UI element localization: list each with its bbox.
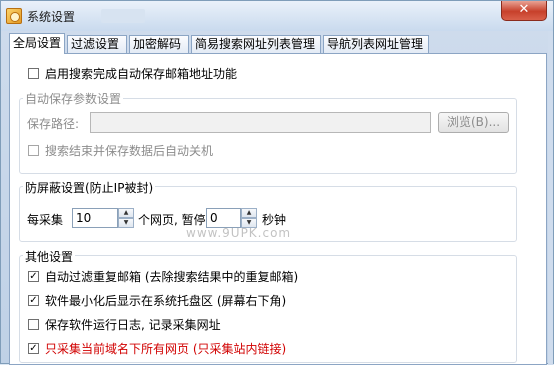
auto-shutdown-checkbox[interactable] [28,145,39,156]
filter-duplicate-emails-label: 自动过滤重复邮箱 (去除搜索结果中的重复邮箱) [45,270,299,284]
minimize-to-tray-checkbox[interactable]: ✓ [28,295,39,306]
collect-every-label: 每采集 [27,213,64,227]
title-bar[interactable]: 系统设置 ✕ [1,1,553,31]
auto-shutdown-label: 搜索结束并保存数据后自动关机 [45,144,214,158]
save-run-log-checkbox[interactable] [28,319,39,330]
filter-duplicate-emails-checkbox[interactable]: ✓ [28,271,39,282]
tab-nav-list-url-management[interactable]: 导航列表网址管理 [323,35,429,53]
save-run-log-label: 保存软件运行日志, 记录采集网址 [45,318,221,332]
pages-count-spinner[interactable]: ▲ ▼ [118,208,134,228]
minimize-to-tray-label: 软件最小化后显示在系统托盘区 (屏幕右下角) [45,294,287,308]
spin-down-icon[interactable]: ▼ [118,218,134,228]
enable-auto-save-checkbox[interactable] [28,68,39,79]
tab-global-settings[interactable]: 全局设置 [9,33,65,54]
title-background-text [101,9,145,23]
same-domain-only-label: 只采集当前域名下所有网页 (只采集站内链接) [45,342,287,356]
pages-count-input[interactable]: 10 [72,208,118,228]
window-title: 系统设置 [27,10,76,24]
pause-seconds-spinner[interactable]: ▲ ▼ [241,208,257,228]
tab-filter-settings[interactable]: 过滤设置 [67,35,127,53]
same-domain-only-checkbox[interactable]: ✓ [28,343,39,354]
tab-encrypt-decode[interactable]: 加密解码 [129,35,189,53]
settings-window: 系统设置 ✕ 全局设置 过滤设置 加密解码 简易搜索网址列表管理 导航列表网址管… [0,0,554,365]
global-settings-panel: 启用搜索完成自动保存邮箱地址功能 自动保存参数设置 保存路径: 浏览(B)...… [9,53,547,365]
other-settings-title: 其他设置 [23,248,76,265]
auto-save-params-group [19,98,517,174]
app-icon [6,8,22,24]
save-path-label: 保存路径: [27,117,80,131]
browse-button[interactable]: 浏览(B)... [438,112,509,133]
pause-seconds-input[interactable]: 0 [206,208,241,228]
window-edge [548,31,553,365]
spin-up-icon[interactable]: ▲ [241,208,257,218]
spin-up-icon[interactable]: ▲ [118,208,134,218]
watermark: www.9UPK.com [186,226,292,240]
tab-simple-search-url-list[interactable]: 简易搜索网址列表管理 [191,35,321,53]
save-path-input[interactable] [90,112,431,133]
anti-block-title: 防屏蔽设置(防止IP被封) [23,179,156,196]
close-button[interactable]: ✕ [501,1,547,21]
auto-save-params-title: 自动保存参数设置 [23,90,124,107]
enable-auto-save-label: 启用搜索完成自动保存邮箱地址功能 [45,67,238,81]
